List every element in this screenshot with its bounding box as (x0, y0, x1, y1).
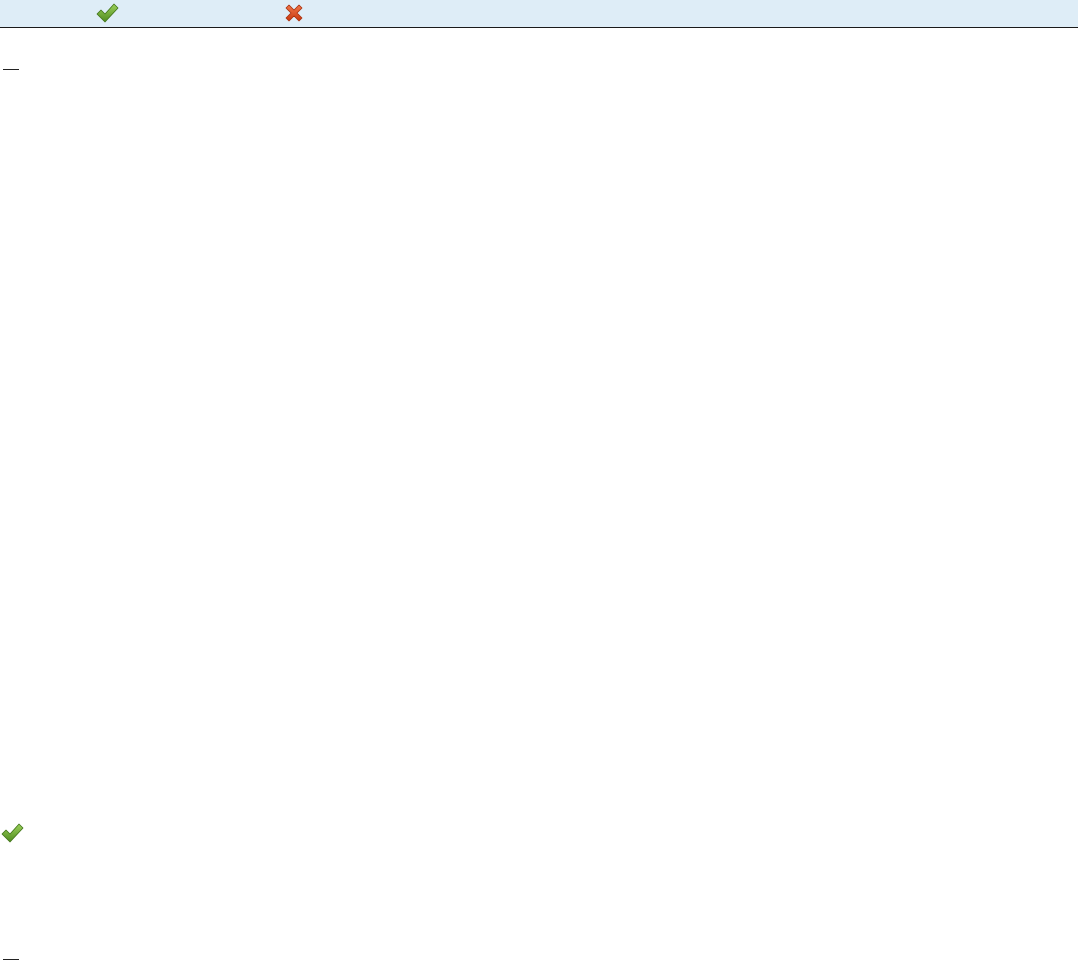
checkmark-icon (96, 3, 119, 23)
divider-bottom (3, 959, 19, 960)
page (0, 0, 1078, 962)
close-x-icon (285, 4, 303, 22)
divider-top (3, 69, 19, 70)
checkmark-icon (1, 823, 24, 843)
toolbar (0, 0, 1078, 28)
status-indicator (0, 822, 24, 844)
cancel-button[interactable] (281, 1, 307, 25)
confirm-button[interactable] (94, 1, 120, 25)
